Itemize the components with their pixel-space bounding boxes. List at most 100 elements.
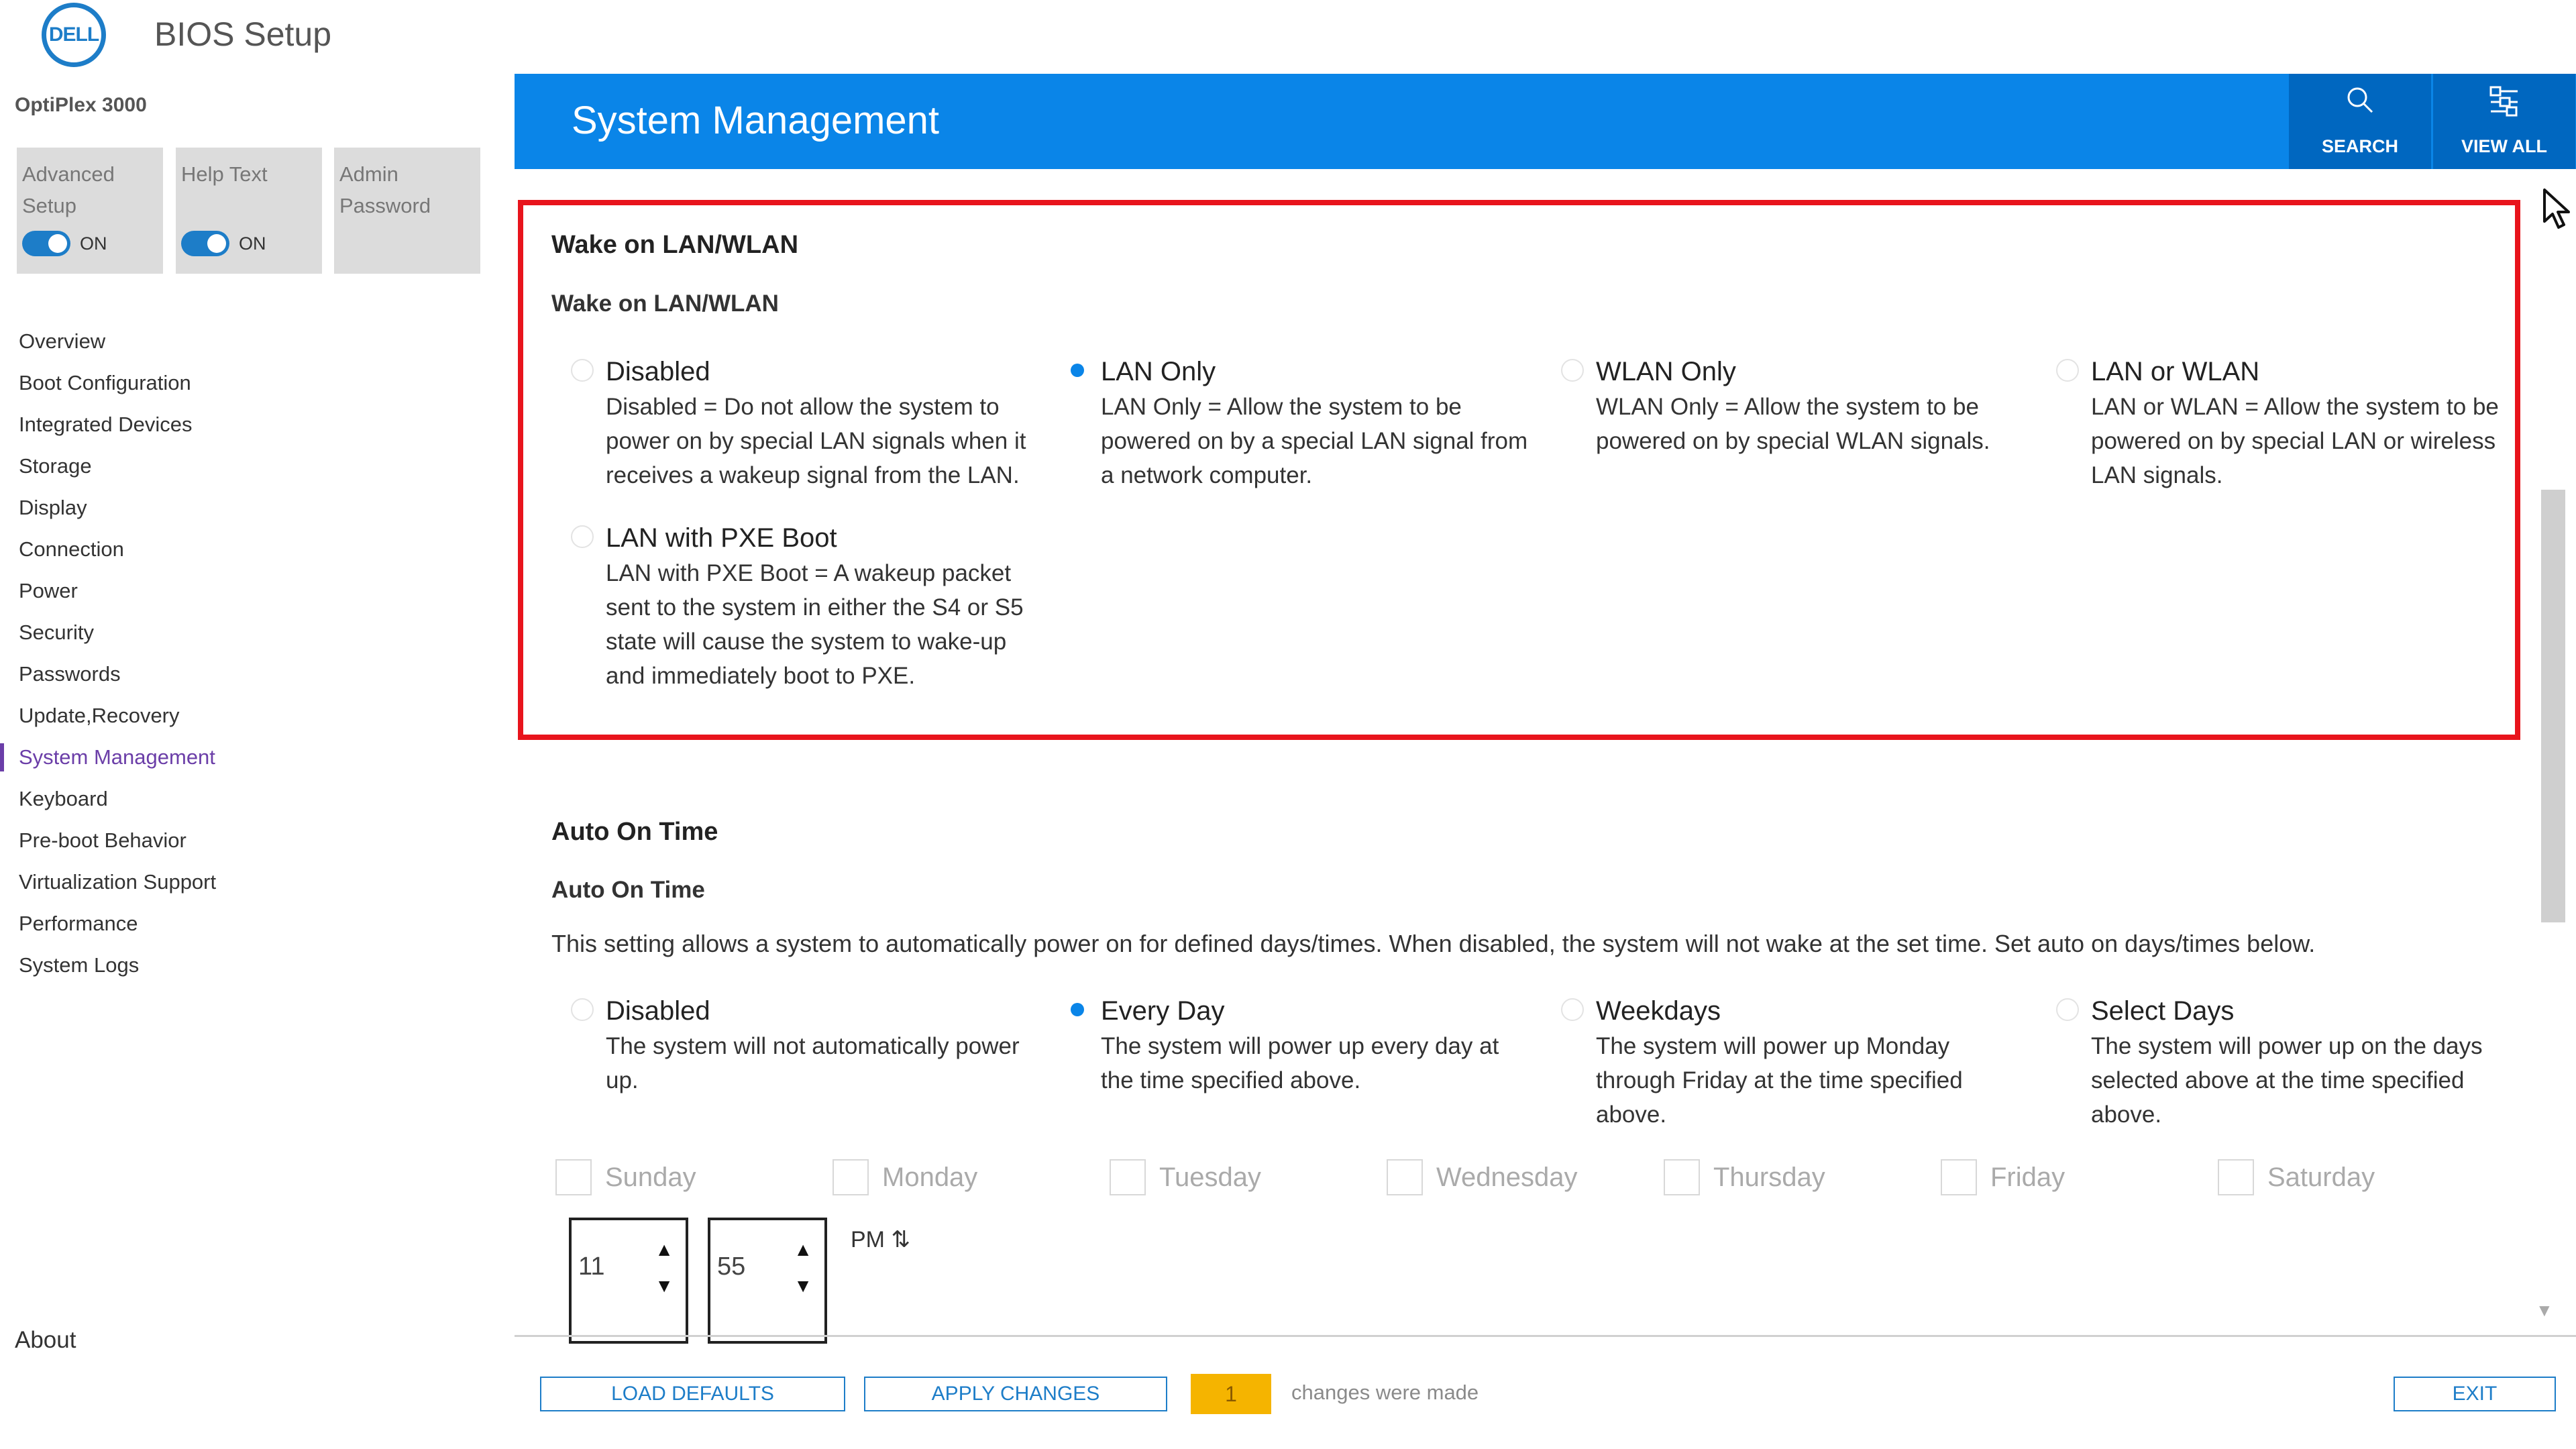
wake-option-disabled[interactable]: Disabled Disabled = Do not allow the sys…	[571, 354, 1069, 492]
wake-sub-title: Wake on LAN/WLAN	[551, 290, 779, 317]
minute-spinner[interactable]: 55 ▲ ▼	[708, 1218, 827, 1344]
option-title: LAN Only	[1101, 357, 1216, 386]
radio-button[interactable]	[571, 359, 594, 382]
auto-on-option-disabled[interactable]: Disabled The system will not automatical…	[571, 993, 1069, 1097]
auto-on-section-title: Auto On Time	[551, 818, 718, 846]
sidebar-item-passwords[interactable]: Passwords	[0, 653, 490, 695]
day-label: Monday	[882, 1162, 978, 1192]
sidebar-item-display[interactable]: Display	[0, 487, 490, 529]
day-checkbox-tuesday[interactable]: Tuesday	[1110, 1157, 1261, 1197]
footer-divider	[515, 1335, 2576, 1337]
search-button[interactable]: SEARCH	[2289, 74, 2431, 169]
ampm-toggle[interactable]: PM ⇅	[851, 1226, 910, 1253]
day-checkbox-saturday[interactable]: Saturday	[2218, 1157, 2375, 1197]
scroll-down-icon[interactable]: ▼	[2536, 1300, 2553, 1321]
sidebar-item-power[interactable]: Power	[0, 570, 490, 612]
wake-option-wlan-only[interactable]: WLAN Only WLAN Only = Allow the system t…	[1561, 354, 2059, 458]
radio-button[interactable]	[1561, 359, 1584, 382]
checkbox[interactable]	[1110, 1159, 1146, 1195]
checkbox[interactable]	[1664, 1159, 1700, 1195]
option-description: The system will not automatically power u…	[606, 1033, 1020, 1093]
day-checkbox-friday[interactable]: Friday	[1941, 1157, 2065, 1197]
wake-option-lan-pxe-boot[interactable]: LAN with PXE Boot LAN with PXE Boot = A …	[571, 520, 1069, 693]
spin-down-icon[interactable]: ▼	[655, 1277, 674, 1295]
load-defaults-button[interactable]: LOAD DEFAULTS	[540, 1377, 845, 1411]
spin-down-icon[interactable]: ▼	[794, 1277, 812, 1295]
day-checkbox-wednesday[interactable]: Wednesday	[1387, 1157, 1578, 1197]
sidebar-item-preboot-behavior[interactable]: Pre-boot Behavior	[0, 820, 490, 861]
sidebar-item-connection[interactable]: Connection	[0, 529, 490, 570]
toggle-state: ON	[239, 233, 266, 254]
page-header: System Management SEARCH VIEW ALL	[515, 74, 2576, 169]
sidebar-item-integrated-devices[interactable]: Integrated Devices	[0, 404, 490, 445]
sidebar-item-performance[interactable]: Performance	[0, 903, 490, 945]
sidebar-item-update-recovery[interactable]: Update,Recovery	[0, 695, 490, 737]
wake-option-lan-only[interactable]: LAN Only LAN Only = Allow the system to …	[1071, 354, 1564, 492]
checkbox[interactable]	[2218, 1159, 2254, 1195]
radio-button[interactable]	[571, 998, 594, 1021]
exit-button[interactable]: EXIT	[2394, 1377, 2556, 1411]
help-text-tile[interactable]: Help Text ON	[176, 148, 322, 274]
about-link[interactable]: About	[15, 1327, 76, 1354]
sliders-icon	[2489, 86, 2518, 117]
hour-spinner[interactable]: 11 ▲ ▼	[569, 1218, 688, 1344]
radio-button[interactable]	[2056, 998, 2079, 1021]
day-label: Saturday	[2267, 1162, 2375, 1192]
minute-value: 55	[717, 1252, 746, 1281]
sidebar-item-storage[interactable]: Storage	[0, 445, 490, 487]
option-title: Every Day	[1101, 996, 1225, 1026]
toggle-switch[interactable]	[181, 231, 229, 256]
help-text-toggle[interactable]: ON	[181, 231, 266, 256]
app-title: BIOS Setup	[154, 15, 332, 53]
advanced-setup-tile[interactable]: Advanced Setup ON	[17, 148, 163, 274]
checkbox[interactable]	[833, 1159, 869, 1195]
option-description: Disabled = Do not allow the system to pow…	[606, 394, 1026, 488]
toggle-switch[interactable]	[22, 231, 70, 256]
radio-button[interactable]	[571, 525, 594, 548]
sidebar-item-security[interactable]: Security	[0, 612, 490, 653]
help-text-label: Help Text	[181, 162, 268, 186]
advanced-setup-label: Advanced Setup	[22, 162, 115, 217]
option-title: Weekdays	[1596, 996, 1721, 1026]
radio-button[interactable]	[2056, 359, 2079, 382]
radio-button-selected[interactable]	[1066, 359, 1089, 382]
radio-button[interactable]	[1561, 998, 1584, 1021]
day-label: Sunday	[605, 1162, 696, 1192]
day-checkbox-sunday[interactable]: Sunday	[555, 1157, 696, 1197]
advanced-setup-toggle[interactable]: ON	[22, 231, 107, 256]
day-checkbox-thursday[interactable]: Thursday	[1664, 1157, 1825, 1197]
radio-button-selected[interactable]	[1066, 998, 1089, 1021]
sidebar-item-keyboard[interactable]: Keyboard	[0, 778, 490, 820]
wake-option-lan-or-wlan[interactable]: LAN or WLAN LAN or WLAN = Allow the syst…	[2056, 354, 2554, 492]
spin-up-icon[interactable]: ▲	[794, 1240, 812, 1259]
sidebar-item-boot-configuration[interactable]: Boot Configuration	[0, 362, 490, 404]
auto-on-description: This setting allows a system to automati…	[551, 930, 2316, 957]
option-title: Disabled	[606, 357, 710, 386]
sidebar-item-system-logs[interactable]: System Logs	[0, 945, 490, 986]
option-description: LAN Only = Allow the system to be powered…	[1101, 394, 1528, 488]
checkbox[interactable]	[1941, 1159, 1977, 1195]
day-label: Thursday	[1713, 1162, 1825, 1192]
search-icon	[2347, 87, 2373, 113]
option-title: LAN or WLAN	[2091, 357, 2260, 386]
day-checkbox-monday[interactable]: Monday	[833, 1157, 977, 1197]
auto-on-option-weekdays[interactable]: Weekdays The system will power up Monday…	[1561, 993, 2059, 1132]
checkbox[interactable]	[1387, 1159, 1423, 1195]
spin-up-icon[interactable]: ▲	[655, 1240, 674, 1259]
option-title: LAN with PXE Boot	[606, 523, 837, 553]
sidebar-item-overview[interactable]: Overview	[0, 321, 490, 362]
sidebar-item-system-management[interactable]: System Management	[0, 737, 490, 778]
option-description: The system will power up every day at the…	[1101, 1033, 1499, 1093]
option-description: LAN or WLAN = Allow the system to be powe…	[2091, 394, 2499, 488]
apply-changes-button[interactable]: APPLY CHANGES	[864, 1377, 1167, 1411]
page-title: System Management	[572, 99, 940, 142]
changes-count-badge: 1	[1191, 1374, 1271, 1414]
auto-on-option-select-days[interactable]: Select Days The system will power up on …	[2056, 993, 2554, 1132]
view-all-button[interactable]: VIEW ALL	[2433, 74, 2575, 169]
auto-on-option-every-day[interactable]: Every Day The system will power up every…	[1071, 993, 1564, 1097]
model-name: OptiPlex 3000	[15, 94, 147, 116]
scrollbar-thumb[interactable]	[2541, 490, 2565, 922]
sidebar-item-virtualization-support[interactable]: Virtualization Support	[0, 861, 490, 903]
admin-password-tile[interactable]: Admin Password	[334, 148, 480, 274]
checkbox[interactable]	[555, 1159, 592, 1195]
